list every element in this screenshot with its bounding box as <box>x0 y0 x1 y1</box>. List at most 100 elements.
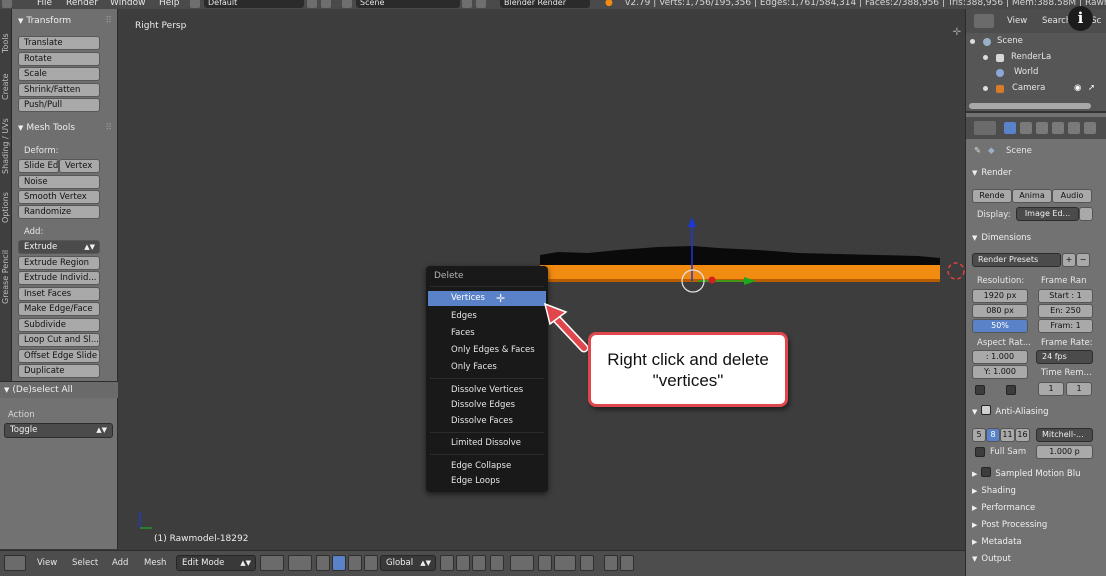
aa-filter-size-field[interactable]: 1.000 p <box>1036 445 1093 459</box>
object-tab-icon[interactable] <box>1068 122 1080 134</box>
time-remap-new-field[interactable]: 1 <box>1066 382 1092 396</box>
full-sample-checkbox[interactable] <box>975 447 985 457</box>
menu-file[interactable]: File <box>37 0 52 8</box>
frame-rate-select[interactable]: 24 fps <box>1036 350 1093 364</box>
screen-layout-select[interactable]: Default <box>204 0 304 8</box>
outliner-scrollbar[interactable] <box>969 103 1091 109</box>
menu-mesh[interactable]: Mesh <box>144 558 166 568</box>
time-remap-old-field[interactable]: 1 <box>1038 382 1064 396</box>
lock-interface-icon[interactable] <box>1079 207 1093 221</box>
aa-samples-11-button[interactable]: 11 <box>1000 428 1015 442</box>
render-presets-select[interactable]: Render Presets <box>972 253 1061 267</box>
modifiers-tab-icon[interactable] <box>1084 122 1096 134</box>
outliner-item-renderlayers[interactable]: RenderLa <box>966 50 1106 65</box>
resolution-percentage-slider[interactable]: 50% <box>972 319 1028 333</box>
anti-aliasing-panel-header[interactable]: ▼ Anti-Aliasing <box>966 404 1106 420</box>
drag-grip-icon[interactable]: ⠿ <box>105 120 112 136</box>
scale-manipulator-icon[interactable] <box>364 555 378 571</box>
shrink-fatten-button[interactable]: Shrink/Fatten <box>18 83 100 97</box>
randomize-button[interactable]: Randomize <box>18 205 100 219</box>
aa-samples-5-button[interactable]: 5 <box>972 428 986 442</box>
menu-item-edge-collapse[interactable]: Edge Collapse <box>428 459 546 474</box>
vertex-select-mode-icon[interactable] <box>440 555 454 571</box>
dimensions-panel-header[interactable]: ▼ Dimensions <box>966 230 1106 246</box>
outliner-search-menu[interactable]: Search <box>1042 16 1071 26</box>
operator-panel-header[interactable]: ▼ (De)select All <box>0 382 118 398</box>
rotate-manipulator-icon[interactable] <box>348 555 362 571</box>
menu-select[interactable]: Select <box>72 558 98 568</box>
snap-element-select[interactable] <box>554 555 576 571</box>
expand-icon[interactable] <box>983 86 988 91</box>
menu-item-dissolve-edges[interactable]: Dissolve Edges <box>428 398 546 413</box>
menu-item-limited-dissolve[interactable]: Limited Dissolve <box>428 436 546 451</box>
pin-icon[interactable]: ✎ <box>974 146 981 156</box>
pivot-point-select[interactable] <box>288 555 312 571</box>
world-tab-icon[interactable] <box>1052 122 1064 134</box>
menu-item-dissolve-vertices[interactable]: Dissolve Vertices <box>428 383 546 398</box>
smooth-vertex-button[interactable]: Smooth Vertex <box>18 190 100 204</box>
transform-orientation-select[interactable]: Global ▲▼ <box>380 555 436 571</box>
offset-edge-slide-button[interactable]: Offset Edge Slide <box>18 349 100 363</box>
remove-scene-icon[interactable] <box>476 0 486 8</box>
opengl-animation-icon[interactable] <box>620 555 634 571</box>
border-checkbox[interactable] <box>975 385 985 395</box>
viewport-shading-select[interactable] <box>260 555 284 571</box>
menu-view[interactable]: View <box>37 558 57 568</box>
opengl-render-icon[interactable] <box>604 555 618 571</box>
snap-toggle-icon[interactable] <box>538 555 552 571</box>
render-engine-select[interactable]: Blender Render <box>500 0 590 8</box>
selectability-arrow-icon[interactable]: ➚ <box>1088 81 1095 96</box>
limit-selection-icon[interactable] <box>490 555 504 571</box>
outliner-item-world[interactable]: World <box>966 65 1106 80</box>
expand-icon[interactable] <box>970 39 975 44</box>
transform-panel-header[interactable]: ▼ Transform ⠿ <box>12 13 117 29</box>
extrude-select[interactable]: Extrude ▲▼ <box>18 240 100 254</box>
info-icon[interactable]: i <box>1068 6 1093 31</box>
aspect-x-field[interactable]: : 1.000 <box>972 350 1028 364</box>
extrude-region-button[interactable]: Extrude Region <box>18 256 100 270</box>
duplicate-button[interactable]: Duplicate <box>18 364 100 378</box>
post-processing-panel-header[interactable]: ▶ Post Processing <box>966 517 1106 533</box>
snap-target-icon[interactable] <box>580 555 594 571</box>
aspect-y-field[interactable]: Y: 1.000 <box>972 365 1028 379</box>
scene-tab-icon[interactable] <box>1036 122 1048 134</box>
menu-item-only-edges-faces[interactable]: Only Edges & Faces <box>428 343 546 358</box>
aa-samples-16-button[interactable]: 16 <box>1015 428 1030 442</box>
frame-step-field[interactable]: Fram: 1 <box>1038 319 1093 333</box>
menu-item-faces[interactable]: Faces <box>428 326 546 341</box>
extrude-individual-button[interactable]: Extrude Individ... <box>18 271 100 285</box>
menu-window[interactable]: Window <box>110 0 146 8</box>
render-panel-header[interactable]: ▼ Render <box>966 165 1106 181</box>
output-panel-header[interactable]: ▼ Output <box>966 551 1106 567</box>
edge-select-mode-icon[interactable] <box>456 555 470 571</box>
display-select[interactable]: Image Ed... <box>1016 207 1079 221</box>
anti-aliasing-checkbox[interactable] <box>981 405 992 415</box>
translate-manipulator-icon[interactable] <box>332 555 346 571</box>
render-animation-button[interactable]: Anima <box>1012 189 1052 203</box>
subdivide-button[interactable]: Subdivide <box>18 318 100 332</box>
rotate-button[interactable]: Rotate <box>18 52 100 66</box>
render-layers-tab-icon[interactable] <box>1020 122 1032 134</box>
slide-edge-button[interactable]: Slide Ed <box>18 159 59 173</box>
menu-render[interactable]: Render <box>66 0 98 8</box>
translate-button[interactable]: Translate <box>18 36 100 50</box>
menu-help[interactable]: Help <box>159 0 180 8</box>
motion-blur-panel-header[interactable]: ▶ Sampled Motion Blu <box>966 466 1106 482</box>
menu-item-vertices[interactable]: Vertices ✛ <box>428 291 546 306</box>
outliner-view-menu[interactable]: View <box>1007 16 1027 26</box>
resolution-y-field[interactable]: 080 px <box>972 304 1028 318</box>
interaction-mode-select[interactable]: Edit Mode ▲▼ <box>176 555 256 571</box>
mesh-tools-panel-header[interactable]: ▼ Mesh Tools ⠿ <box>12 120 117 136</box>
editor-type-icon[interactable] <box>2 0 12 8</box>
scale-button[interactable]: Scale <box>18 67 100 81</box>
menu-add[interactable]: Add <box>112 558 128 568</box>
motion-blur-checkbox[interactable] <box>981 467 992 477</box>
outliner-item-camera[interactable]: Camera ◉ ➚ <box>966 81 1106 96</box>
outliner-item-scene[interactable]: Scene <box>966 34 1106 49</box>
manipulator-toggle-icon[interactable] <box>316 555 330 571</box>
inset-faces-button[interactable]: Inset Faces <box>18 287 100 301</box>
noise-button[interactable]: Noise <box>18 175 100 189</box>
remove-preset-icon[interactable]: − <box>1076 253 1090 267</box>
editor-type-icon[interactable] <box>974 121 996 135</box>
add-preset-icon[interactable]: + <box>1062 253 1076 267</box>
